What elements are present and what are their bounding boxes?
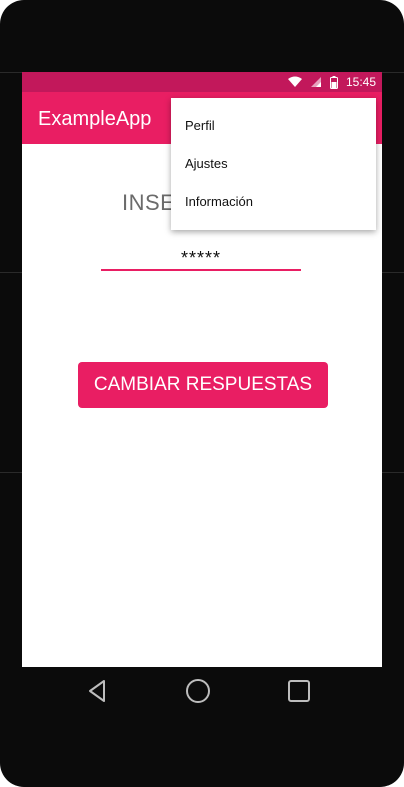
wifi-icon	[287, 76, 302, 87]
status-time: 15:45	[345, 75, 376, 89]
signal-icon	[310, 77, 321, 87]
menu-item-profile[interactable]: Perfil	[185, 118, 215, 133]
prompt-label: INSE	[122, 190, 176, 215]
bezel-divider	[382, 472, 404, 473]
battery-icon	[329, 75, 338, 89]
home-icon	[186, 679, 210, 703]
status-bar: 15:45	[22, 72, 382, 92]
back-button[interactable]	[84, 677, 112, 705]
bezel-divider	[0, 472, 22, 473]
bezel-divider	[0, 272, 22, 273]
menu-item-settings[interactable]: Ajustes	[185, 156, 228, 171]
back-icon	[89, 680, 105, 702]
password-value: *****	[180, 248, 222, 268]
password-field[interactable]: *****	[101, 247, 301, 271]
recents-button[interactable]	[285, 677, 313, 705]
menu-item-information[interactable]: Información	[185, 194, 253, 209]
overflow-menu: Perfil Ajustes Información	[171, 98, 376, 230]
home-button[interactable]	[184, 677, 212, 705]
bezel-divider	[0, 72, 22, 73]
app-screen: 15:45 ExampleApp INSE ***** CAMBIAR RESP…	[22, 72, 382, 667]
change-answers-button[interactable]: CAMBIAR RESPUESTAS	[78, 362, 328, 408]
navigation-bar	[0, 667, 404, 715]
bezel-divider	[382, 72, 404, 73]
bezel-divider	[382, 272, 404, 273]
status-icons: 15:45	[287, 74, 376, 90]
recents-icon	[288, 680, 310, 702]
phone-frame: 15:45 ExampleApp INSE ***** CAMBIAR RESP…	[0, 0, 404, 787]
app-title: ExampleApp	[38, 108, 152, 130]
